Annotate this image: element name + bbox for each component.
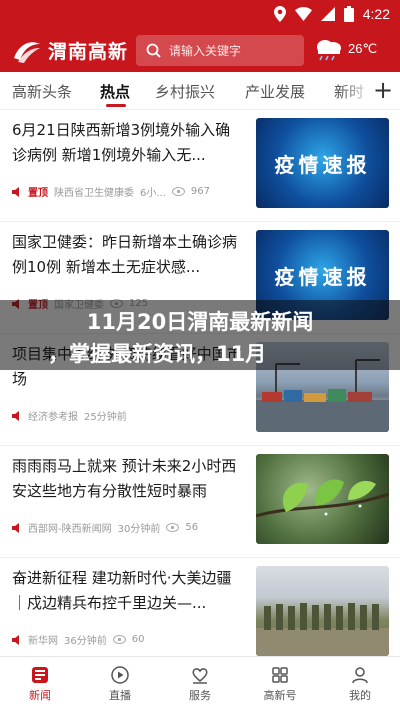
overlay-banner: 11月20日渭南最新新闻 ，掌握最新资讯，11月 bbox=[0, 300, 400, 370]
thumbnail-caption: 疫情速报 bbox=[274, 152, 371, 177]
tab-rural[interactable]: 乡村振兴 bbox=[155, 81, 215, 102]
tabs-fade bbox=[340, 72, 374, 109]
news-thumbnail: 疫情速报 bbox=[256, 118, 389, 208]
news-views: 60 bbox=[131, 634, 145, 645]
nav-news-label: 新闻 bbox=[29, 689, 51, 702]
soldiers-image bbox=[256, 603, 389, 656]
speaker-icon bbox=[12, 186, 19, 197]
nav-services-label: 服务 bbox=[189, 689, 211, 702]
news-time: 25分钟前 bbox=[84, 412, 127, 423]
eye-icon bbox=[166, 523, 180, 532]
news-time: 6小... bbox=[140, 188, 166, 199]
news-thumbnail bbox=[256, 454, 389, 544]
overlay-headline-line1: 11月20日渭南最新新闻 bbox=[86, 310, 314, 334]
status-bar: 4:22 bbox=[0, 0, 400, 30]
speaker-icon bbox=[12, 522, 19, 533]
logo-text: 渭南高新 bbox=[48, 41, 129, 63]
app-logo[interactable]: 渭南高新 bbox=[12, 37, 128, 64]
news-item[interactable]: 6月21日陕西新增3例境外输入确诊病例 新增1例境外输入无... 置顶 陕西省卫… bbox=[0, 110, 400, 222]
eye-icon bbox=[171, 187, 185, 196]
heart-hand-icon bbox=[192, 668, 208, 684]
news-views: 56 bbox=[185, 522, 199, 533]
nav-me-label: 我的 bbox=[349, 689, 371, 702]
news-meta: 经济参考报 25分钟前 bbox=[12, 408, 127, 423]
search-placeholder: 请输入关键字 bbox=[169, 44, 242, 58]
category-tabs: 高新头条 热点 乡村振兴 产业发展 新时 + bbox=[0, 72, 400, 110]
status-time: 4:22 bbox=[362, 6, 390, 22]
tab-hot[interactable]: 热点 bbox=[100, 81, 130, 102]
news-source: 陕西省卫生健康委 bbox=[54, 188, 134, 199]
logo-icon bbox=[14, 41, 40, 63]
nav-me[interactable]: 我的 bbox=[330, 665, 390, 703]
news-time: 30分钟前 bbox=[117, 524, 161, 535]
play-icon bbox=[111, 666, 129, 684]
nav-news[interactable]: 新闻 bbox=[10, 665, 70, 703]
location-icon bbox=[273, 6, 286, 22]
wifi-icon bbox=[294, 7, 312, 21]
nav-services[interactable]: 服务 bbox=[170, 665, 230, 703]
nav-live-label: 直播 bbox=[109, 689, 131, 702]
leaves-image bbox=[256, 479, 389, 518]
weather-widget[interactable]: 26℃ bbox=[312, 37, 377, 61]
news-title: 奋进新征程 建功新时代·大美边疆｜戍边精兵布控千里边关—... bbox=[12, 569, 232, 612]
nav-live[interactable]: 直播 bbox=[90, 665, 150, 703]
app-header: 渭南高新 请输入关键字 26℃ bbox=[0, 30, 400, 72]
news-source: 西部网-陕西新闻网 bbox=[28, 524, 112, 535]
tab-industry[interactable]: 产业发展 bbox=[245, 81, 305, 102]
battery-icon bbox=[343, 6, 354, 22]
eye-icon bbox=[112, 635, 126, 644]
news-item[interactable]: 奋进新征程 建功新时代·大美边疆｜戍边精兵布控千里边关—... 新华网 36分钟… bbox=[0, 558, 400, 670]
status-icons: 4:22 bbox=[273, 6, 390, 22]
news-title: 6月21日陕西新增3例境外输入确诊病例 新增1例境外输入无... bbox=[12, 121, 231, 164]
news-icon bbox=[32, 667, 48, 683]
news-source: 新华网 bbox=[28, 636, 58, 647]
news-thumbnail bbox=[256, 566, 389, 656]
news-meta: 新华网 36分钟前 60 bbox=[12, 632, 144, 647]
signal-icon bbox=[320, 7, 335, 21]
grid-icon bbox=[272, 667, 288, 683]
tab-headlines[interactable]: 高新头条 bbox=[12, 81, 72, 102]
user-icon bbox=[352, 667, 368, 684]
news-views: 967 bbox=[190, 186, 210, 197]
news-source: 经济参考报 bbox=[28, 412, 78, 423]
news-title: 雨雨雨马上就来 预计未来2小时西安这些地方有分散性短时暴雨 bbox=[12, 457, 237, 500]
speaker-icon bbox=[12, 634, 19, 645]
news-item[interactable]: 雨雨雨马上就来 预计未来2小时西安这些地方有分散性短时暴雨 西部网-陕西新闻网 … bbox=[0, 446, 400, 558]
news-meta: 西部网-陕西新闻网 30分钟前 56 bbox=[12, 520, 198, 535]
nav-gaoxin-account-label: 高新号 bbox=[263, 689, 297, 702]
weather-temp: 26℃ bbox=[348, 41, 378, 56]
news-title: 国家卫健委：昨日新增本土确诊病例10例 新增本土无症状感... bbox=[12, 233, 238, 276]
speaker-icon bbox=[12, 410, 19, 421]
nav-gaoxin-account[interactable]: 高新号 bbox=[250, 665, 310, 703]
active-tab-indicator bbox=[106, 104, 126, 107]
search-box[interactable]: 请输入关键字 bbox=[136, 35, 304, 66]
pinned-badge: 置顶 bbox=[28, 188, 48, 199]
rain-cloud-icon bbox=[317, 40, 341, 61]
search-icon bbox=[146, 43, 161, 58]
overlay-headline-line2: ，掌握最新资讯，11月 bbox=[48, 342, 267, 366]
add-tab-icon[interactable]: + bbox=[372, 76, 394, 104]
news-time: 36分钟前 bbox=[64, 636, 107, 647]
bottom-nav: 新闻 直播 服务 高新号 我的 bbox=[0, 656, 400, 710]
news-meta: 置顶 陕西省卫生健康委 6小... 967 bbox=[12, 184, 210, 199]
